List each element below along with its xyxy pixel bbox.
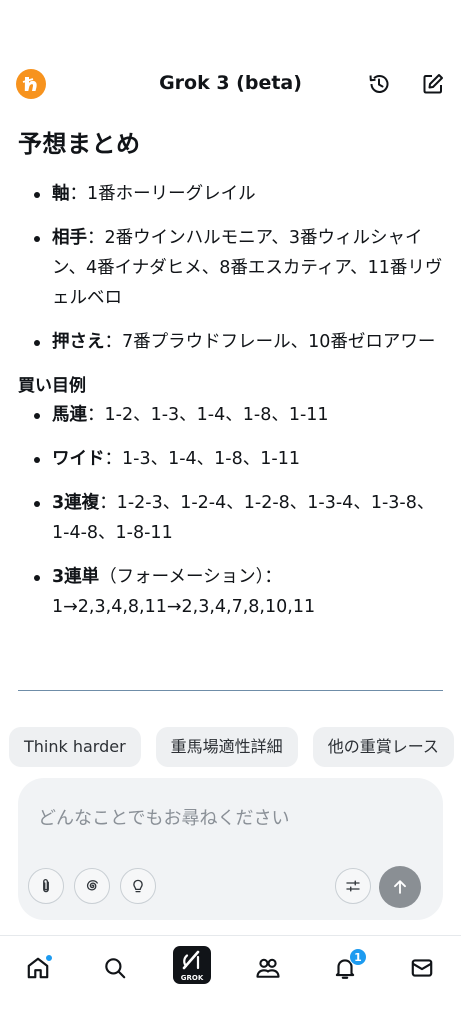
attach-button[interactable]: [28, 868, 64, 904]
suggestion-chip[interactable]: 重馬場適性詳細: [155, 727, 298, 767]
chat-response: 予想まとめ 軸：1番ホーリーグレイル 相手：2番ウインハルモニア、3番ウィルシャ…: [18, 124, 443, 636]
message-composer: どんなことでもお尋ねください: [18, 778, 443, 920]
suggestion-chip[interactable]: 他の重賞レース: [312, 727, 454, 767]
item-label: 3連複: [52, 493, 100, 513]
divider: [18, 690, 443, 691]
tab-notifications[interactable]: 1: [325, 948, 367, 988]
list-item: ワイド：1-3、1-4、1-8、1-11: [32, 444, 443, 474]
list-item: 相手：2番ウインハルモニア、3番ウィルシャイン、4番イナダヒメ、8番エスカティア…: [32, 223, 443, 313]
list-item: 馬連：1-2、1-3、1-4、1-8、1-11: [32, 400, 443, 430]
item-text: ：1-2-3、1-2-4、1-2-8、1-3-4、1-3-8、1-4-8、1-8…: [52, 493, 435, 543]
list-item: 3連複：1-2-3、1-2-4、1-2-8、1-3-4、1-3-8、1-4-8、…: [32, 488, 443, 548]
grok-icon: [182, 950, 200, 970]
notification-badge: 1: [349, 948, 367, 966]
suggestion-chips: Think harder 重馬場適性詳細 他の重賞レース: [9, 727, 461, 767]
item-label: 押さえ: [52, 332, 105, 352]
tab-search[interactable]: [95, 948, 135, 988]
item-text: ：1番ホーリーグレイル: [69, 184, 256, 204]
list-item: 3連単（フォーメーション）：1→2,3,4,8,11→2,3,4,7,8,10,…: [32, 562, 443, 622]
settings-button[interactable]: [335, 868, 371, 904]
bottom-nav: GROK 1: [0, 935, 461, 1024]
paperclip-icon: [43, 878, 49, 893]
item-label: 軸: [52, 184, 70, 204]
lightbulb-icon: [133, 879, 143, 893]
picks-list: 軸：1番ホーリーグレイル 相手：2番ウインハルモニア、3番ウィルシャイン、4番イ…: [32, 179, 443, 357]
list-item: 軸：1番ホーリーグレイル: [32, 179, 443, 209]
sliders-icon: [346, 880, 360, 892]
send-button[interactable]: [379, 866, 421, 908]
new-chat-button[interactable]: [419, 70, 447, 98]
think-button[interactable]: [120, 868, 156, 904]
deepsearch-button[interactable]: [74, 868, 110, 904]
suggestion-chip[interactable]: Think harder: [9, 727, 141, 767]
grok-label: GROK: [180, 974, 204, 982]
item-text: ：7番プラウドフレール、10番ゼロアワー: [104, 332, 436, 352]
item-label: 3連単: [52, 567, 100, 587]
item-label: 馬連: [52, 405, 87, 425]
search-icon: [105, 958, 126, 979]
mail-icon: [411, 959, 433, 977]
list-item: 押さえ：7番プラウドフレール、10番ゼロアワー: [32, 327, 443, 357]
history-button[interactable]: [365, 70, 393, 98]
tab-home[interactable]: [18, 948, 58, 988]
compose-icon: [423, 74, 443, 94]
item-text: ：2番ウインハルモニア、3番ウィルシャイン、4番イナダヒメ、8番エスカティア、1…: [52, 228, 443, 308]
top-bar: Grok 3 (beta): [0, 60, 461, 108]
people-icon: [256, 958, 280, 978]
history-icon: [369, 75, 389, 93]
tab-communities[interactable]: [248, 948, 288, 988]
spiral-icon: [86, 880, 98, 891]
unread-dot: [45, 954, 53, 962]
tab-messages[interactable]: [402, 948, 442, 988]
subheading: 買い目例: [18, 376, 86, 396]
tab-grok[interactable]: GROK: [173, 946, 211, 984]
bets-list: 馬連：1-2、1-3、1-4、1-8、1-11 ワイド：1-3、1-4、1-8、…: [32, 400, 443, 622]
arrow-up-icon: [394, 880, 406, 894]
item-text: ：1-2、1-3、1-4、1-8、1-11: [87, 405, 329, 425]
item-text: ：1-3、1-4、1-8、1-11: [104, 449, 300, 469]
item-label: ワイド: [52, 449, 105, 469]
message-input[interactable]: どんなことでもお尋ねください: [38, 804, 289, 830]
item-label: 相手: [52, 228, 87, 248]
section-heading: 予想まとめ: [18, 130, 141, 158]
